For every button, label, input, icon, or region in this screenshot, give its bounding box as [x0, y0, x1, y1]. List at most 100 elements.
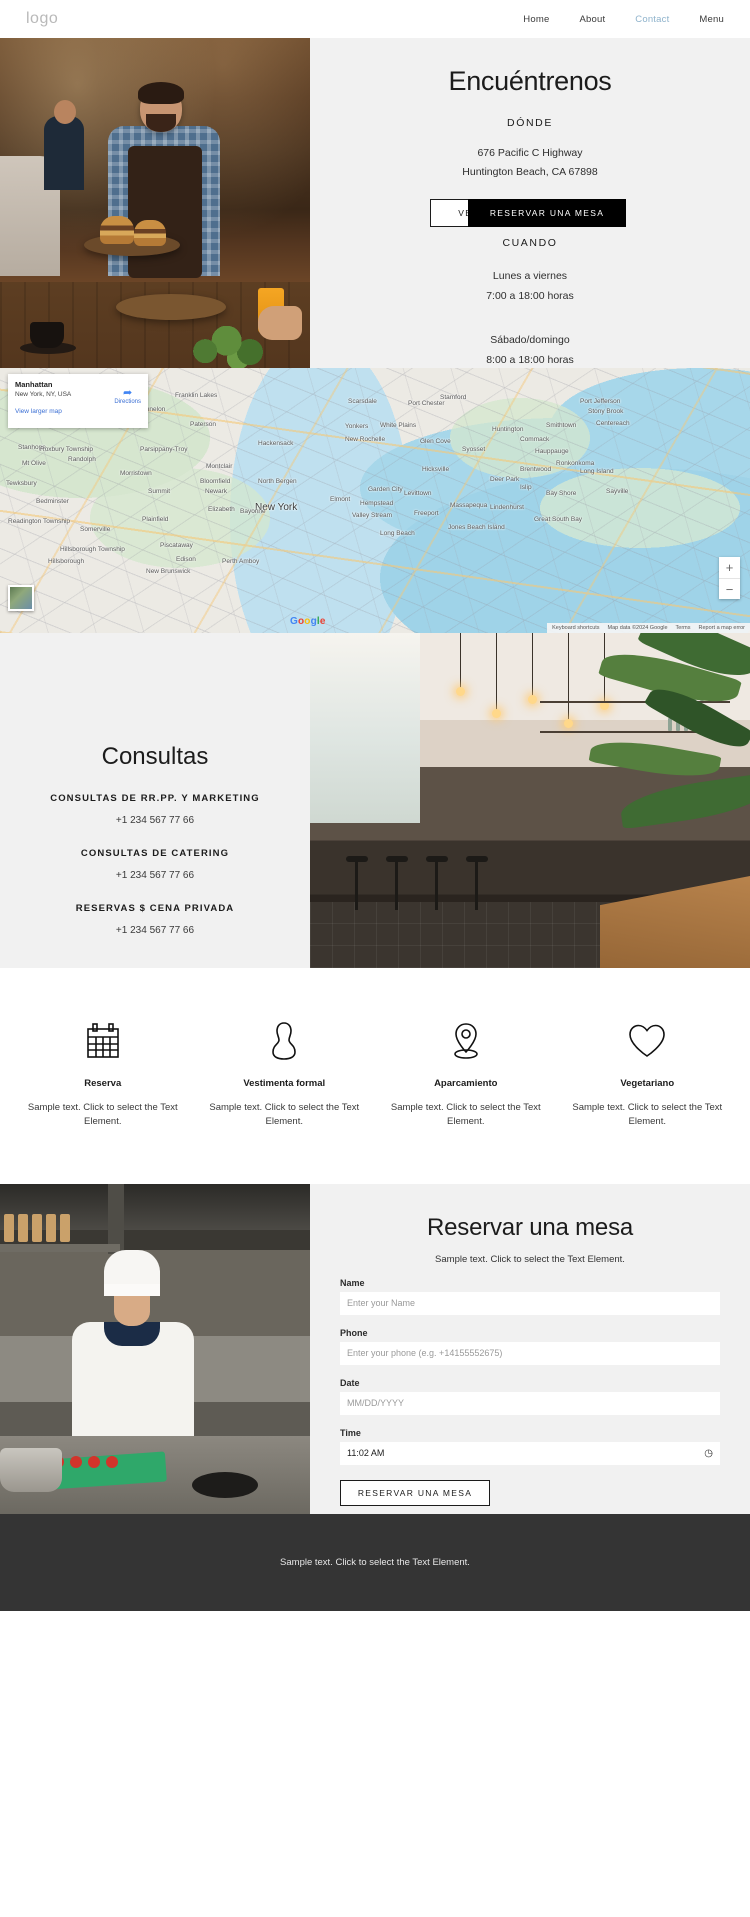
hours-weekend: Sábado/domingo 8:00 a 18:00 horas — [486, 329, 574, 368]
map-streetview-thumbnail[interactable] — [8, 585, 34, 611]
page-root: logo Home About Contact Menu Encuéntreno… — [0, 0, 750, 1611]
map-label: Jones Beach Island — [448, 524, 505, 531]
map-label: Hackensack — [258, 440, 294, 447]
map-label: Port Chester — [408, 400, 445, 407]
feature-title: Vegetariano — [620, 1078, 675, 1089]
map-label: Hillsborough — [48, 558, 85, 565]
field-phone: Phone Enter your phone (e.g. +1415555267… — [340, 1328, 720, 1365]
map-label: Levittown — [404, 490, 432, 497]
map-label: Glen Cove — [420, 438, 451, 445]
map-label: Sayville — [606, 488, 629, 495]
hero-restaurant-photo — [0, 38, 310, 368]
nav-item-menu[interactable]: Menu — [699, 14, 724, 25]
map-label: Stony Brook — [588, 408, 624, 415]
map-label: New Brunswick — [146, 568, 191, 575]
reservation-title: Reservar una mesa — [426, 1213, 634, 1241]
map-attribution-bar: Keyboard shortcuts Map data ©2024 Google… — [547, 623, 750, 633]
address-line-1: 676 Pacific C Highway — [477, 147, 583, 159]
map-label: Yonkers — [345, 423, 369, 430]
google-logo: Google — [290, 616, 326, 627]
hero-section: Encuéntrenos DÓNDE 676 Pacific C Highway… — [0, 38, 750, 368]
main-nav: Home About Contact Menu — [523, 14, 724, 25]
map-label: Scarsdale — [348, 398, 377, 405]
consultas-heading-catering: CONSULTAS DE CATERING — [80, 848, 230, 859]
map-label: Tewksbury — [6, 480, 37, 487]
map-label: Huntington — [492, 426, 524, 433]
features-section: Reserva Sample text. Click to select the… — [0, 968, 750, 1184]
map-label: Parsippany-Troy — [140, 446, 188, 453]
map-label: Mt Olive — [22, 460, 46, 467]
consultas-heading-reservas: RESERVAS $ CENA PRIVADA — [75, 903, 235, 914]
map-label: Islip — [520, 484, 532, 491]
map-data-credit: Map data ©2024 Google — [607, 625, 668, 631]
map-label: Bay Shore — [546, 490, 577, 497]
nav-item-about[interactable]: About — [579, 14, 605, 25]
map-info-card[interactable]: Manhattan New York, NY, USA View larger … — [8, 374, 148, 428]
feature-vegetariano: Vegetariano Sample text. Click to select… — [557, 1018, 739, 1130]
zoom-in-button[interactable]: + — [719, 557, 740, 578]
map-zoom-controls[interactable]: + − — [719, 557, 740, 599]
feature-vestimenta-formal: Vestimenta formal Sample text. Click to … — [194, 1018, 376, 1130]
reservation-section: Reservar una mesa Sample text. Click to … — [0, 1183, 750, 1514]
map-label: Franklin Lakes — [175, 392, 218, 399]
zoom-out-button[interactable]: − — [719, 578, 740, 599]
consultas-phone-catering[interactable]: +1 234 567 77 66 — [116, 870, 194, 881]
map-label: Lindenhurst — [490, 504, 524, 511]
map-label: Stamford — [440, 394, 467, 401]
location-pin-icon — [387, 1018, 545, 1064]
hours-weekday-days: Lunes a viernes — [492, 270, 568, 283]
map-label: Brentwood — [520, 466, 552, 473]
page-title: Encuéntrenos — [448, 66, 612, 96]
terms-link[interactable]: Terms — [676, 625, 691, 631]
map-label: Freeport — [414, 510, 439, 517]
map-label: Montclair — [206, 463, 233, 470]
clock-icon[interactable]: ◷ — [704, 1448, 713, 1459]
map-label: Perth Amboy — [222, 558, 260, 565]
map-label: Somerville — [80, 526, 111, 533]
map-label: Randolph — [68, 456, 96, 463]
hours-weekday-time: 7:00 a 18:00 horas — [486, 289, 574, 302]
map-label: Paterson — [190, 421, 217, 428]
hours-weekday: Lunes a viernes 7:00 a 18:00 horas — [486, 265, 574, 304]
reservation-submit-button[interactable]: RESERVAR UNA MESA — [340, 1479, 490, 1506]
feature-text: Sample text. Click to select the Text El… — [209, 1102, 360, 1128]
map-label: Bayonne — [240, 508, 266, 515]
report-map-error-link[interactable]: Report a map error — [699, 625, 745, 631]
site-logo[interactable]: logo — [26, 10, 58, 28]
phone-input[interactable]: Enter your phone (e.g. +14155552675) — [340, 1341, 720, 1365]
map-label: Elmont — [330, 496, 351, 503]
calendar-icon — [24, 1018, 182, 1064]
feature-title: Vestimenta formal — [243, 1078, 326, 1089]
where-label: DÓNDE — [507, 117, 553, 129]
time-input[interactable]: 11:02 AM ◷ — [340, 1441, 720, 1465]
bar-interior-photo — [310, 633, 750, 968]
directions-arrow-icon: ➦ — [123, 387, 133, 399]
field-time: Time 11:02 AM ◷ — [340, 1428, 720, 1465]
map-label: Plainfield — [142, 516, 169, 523]
map-label: Morristown — [120, 470, 152, 477]
map-label: Garden City — [368, 486, 403, 493]
map-section[interactable]: New York Newark Yonkers New Rochelle Paterso… — [0, 368, 750, 633]
nav-item-home[interactable]: Home — [523, 14, 549, 25]
reservar-una-mesa-button[interactable]: RESERVAR UNA MESA — [468, 198, 626, 227]
field-name: Name Enter your Name — [340, 1278, 720, 1315]
map-label: Commack — [520, 436, 550, 443]
map-label: Roxbury Township — [40, 446, 93, 453]
map-label: Bedminster — [36, 498, 69, 505]
site-header: logo Home About Contact Menu — [0, 0, 750, 38]
date-input[interactable]: MM/DD/YYYY — [340, 1391, 720, 1415]
nav-item-contact[interactable]: Contact — [635, 14, 669, 25]
directions-button[interactable]: ➦ Directions — [114, 387, 141, 406]
map-label: Readington Township — [8, 518, 71, 525]
map-label: Hillsborough Township — [60, 546, 125, 553]
feature-aparcamiento: Aparcamiento Sample text. Click to selec… — [375, 1018, 557, 1130]
consultas-phone-reservas[interactable]: +1 234 567 77 66 — [116, 925, 194, 936]
map-label: White Plains — [380, 422, 417, 429]
dress-form-icon — [206, 1018, 364, 1064]
name-input[interactable]: Enter your Name — [340, 1291, 720, 1315]
consultas-phone-marketing[interactable]: +1 234 567 77 66 — [116, 815, 194, 826]
hero-info-panel: Encuéntrenos DÓNDE 676 Pacific C Highway… — [310, 38, 750, 368]
keyboard-shortcuts-link[interactable]: Keyboard shortcuts — [552, 625, 599, 631]
map-label: Hicksville — [422, 466, 450, 473]
view-larger-map-link[interactable]: View larger map — [15, 408, 141, 415]
